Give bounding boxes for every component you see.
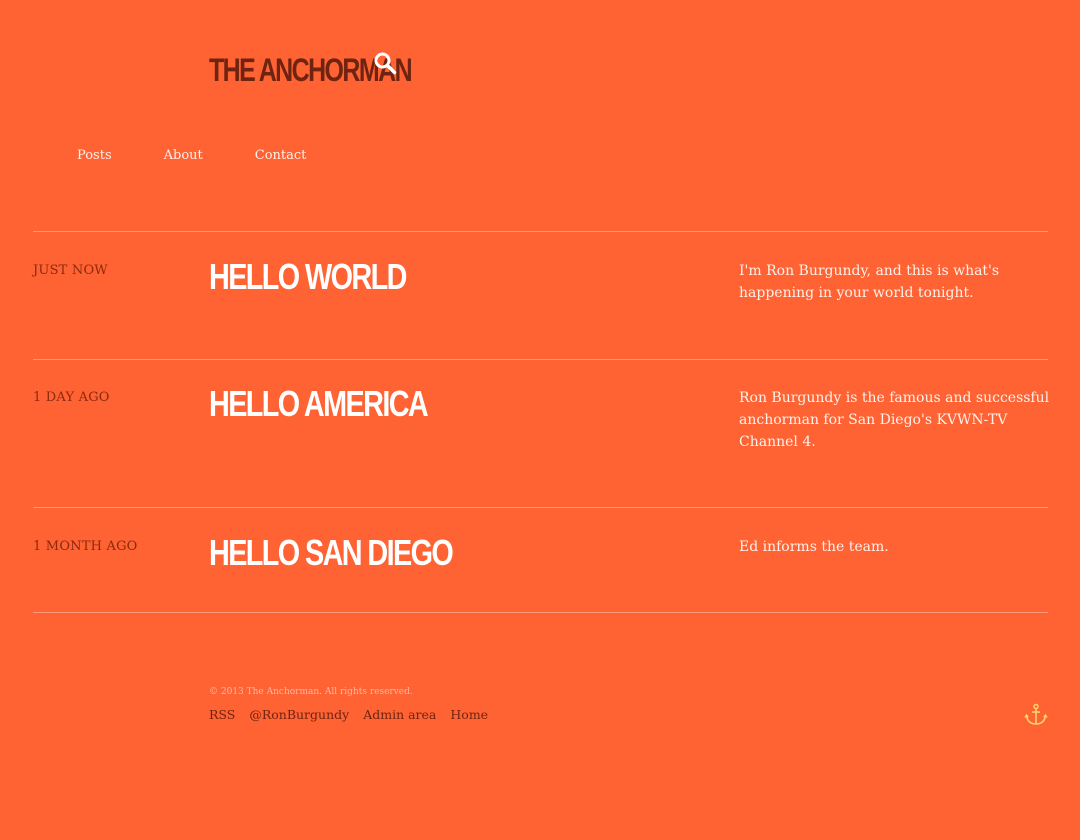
post-title[interactable]: HELLO AMERICA xyxy=(209,384,429,424)
anchor-icon[interactable] xyxy=(1024,703,1048,727)
post-title[interactable]: HELLO SAN DIEGO xyxy=(209,533,454,573)
footer-link-home[interactable]: Home xyxy=(450,707,488,722)
nav-item-about[interactable]: About xyxy=(164,148,203,163)
post-excerpt: Ed informs the team. xyxy=(739,539,889,555)
divider xyxy=(33,231,1048,232)
divider xyxy=(33,359,1048,360)
divider xyxy=(33,612,1048,613)
post-date: 1 MONTH AGO xyxy=(33,539,138,554)
post-date: 1 DAY AGO xyxy=(33,390,110,405)
divider xyxy=(33,507,1048,508)
post-excerpt: I'm Ron Burgundy, and this is what's hap… xyxy=(739,263,1000,301)
footer-links: RSS @RonBurgundy Admin area Home xyxy=(209,707,502,722)
copyright: © 2013 The Anchorman. All rights reserve… xyxy=(209,687,413,697)
main-nav: Posts About Contact xyxy=(77,148,306,163)
footer-link-rss[interactable]: RSS xyxy=(209,707,235,722)
nav-item-contact[interactable]: Contact xyxy=(255,148,307,163)
search-icon[interactable] xyxy=(373,51,397,75)
nav-item-posts[interactable]: Posts xyxy=(77,148,112,163)
post-title[interactable]: HELLO WORLD xyxy=(209,257,407,297)
footer-link-admin[interactable]: Admin area xyxy=(363,707,436,722)
site-header: THE ANCHORMAN xyxy=(209,50,419,90)
footer-link-twitter[interactable]: @RonBurgundy xyxy=(249,707,349,722)
post-date: JUST NOW xyxy=(33,263,108,278)
site-title[interactable]: THE ANCHORMAN xyxy=(209,50,413,90)
post-excerpt: Ron Burgundy is the famous and successfu… xyxy=(739,390,1050,450)
